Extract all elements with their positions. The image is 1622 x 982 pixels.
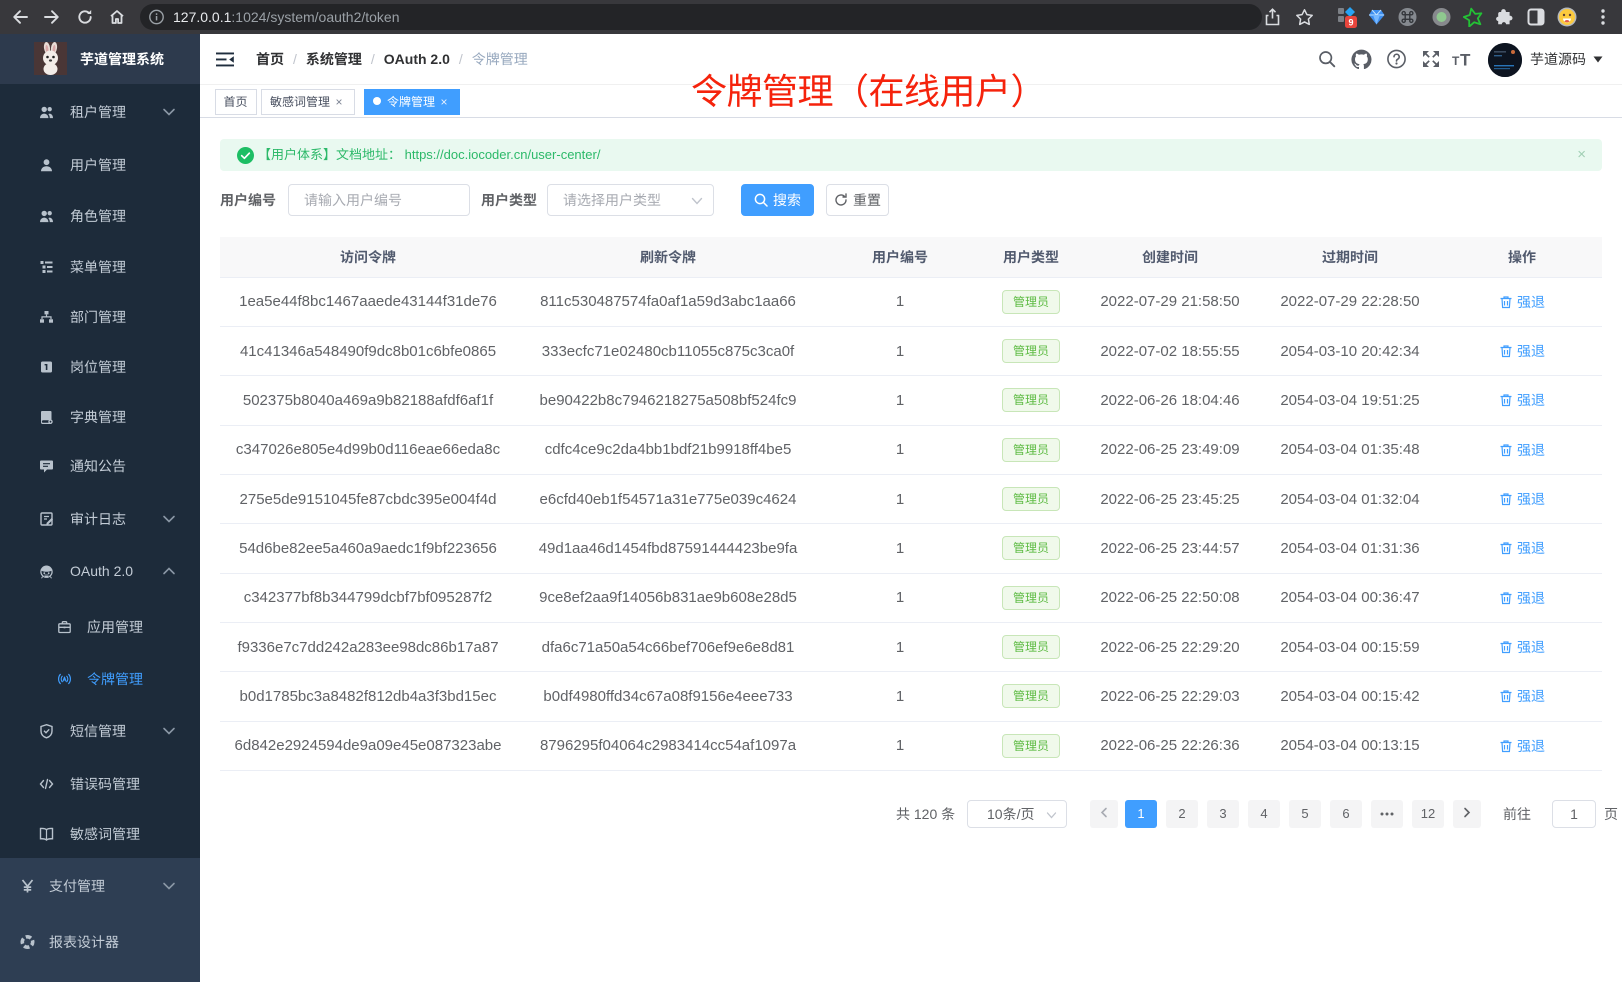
svg-text:T: T [1460, 51, 1471, 69]
svg-text:9: 9 [1348, 18, 1353, 28]
svg-text:T: T [1452, 54, 1460, 68]
